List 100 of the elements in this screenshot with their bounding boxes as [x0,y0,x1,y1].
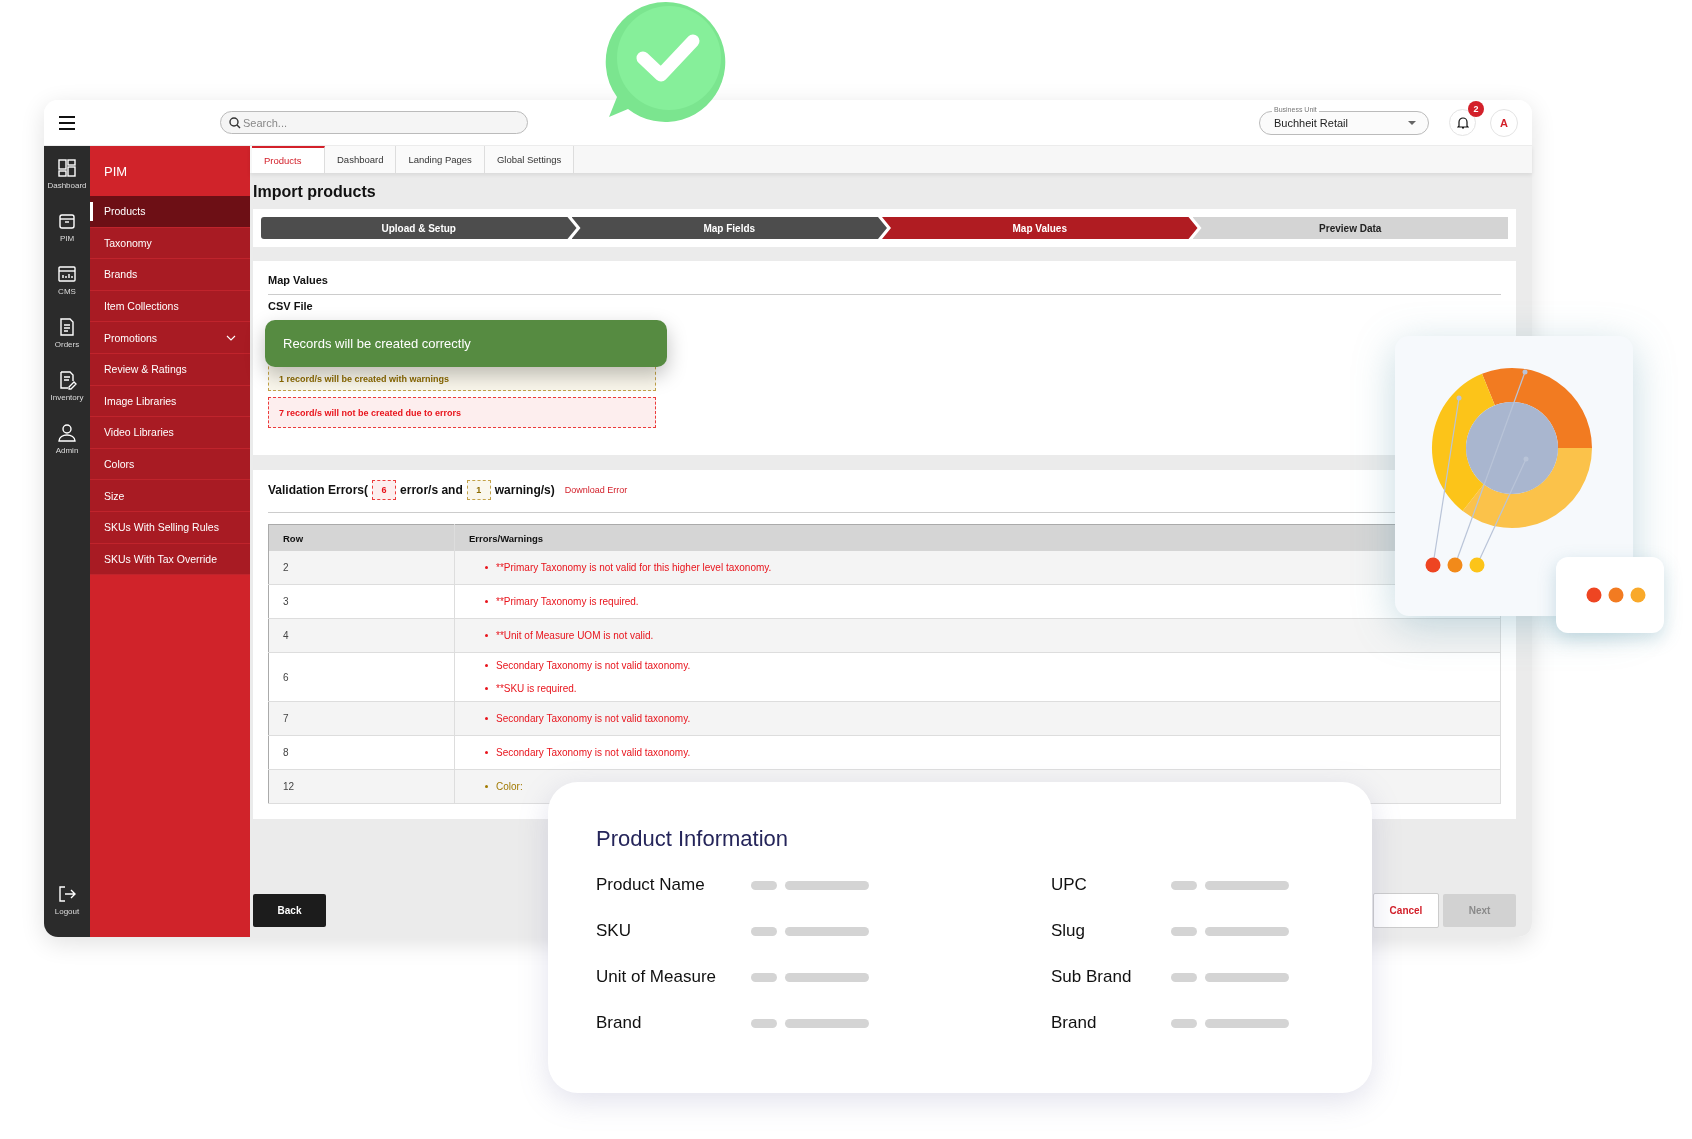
menu-icon [58,114,76,131]
placeholder-lines-icon [751,1018,869,1028]
bullet-icon [485,600,488,603]
error-message: **Unit of Measure UOM is not valid. [496,630,654,641]
placeholder-lines-icon [751,972,869,982]
table-cell: 3 [268,584,455,619]
error-notice: 7 record/s will not be created due to errors [268,397,656,428]
warning-count: 1 [466,480,491,500]
box-icon [57,211,77,231]
table-cell: 6 [268,652,455,702]
dashboard-icon [57,158,77,178]
step[interactable]: Map Fields [571,217,887,239]
step[interactable]: Preview Data [1192,217,1508,239]
success-toast: Records will be created correctly [265,320,667,367]
person-icon [57,423,77,443]
table-cell: 8 [268,735,455,770]
error-message: **SKU is required. [496,683,577,694]
page-title: Import products [253,183,377,201]
document-icon [57,317,77,337]
side-menu-item[interactable]: SKUs With Tax Override [90,543,250,576]
field-label: Brand [596,1013,643,1033]
table-cell: 12 [268,769,455,804]
nav-rail-item[interactable]: PIM [44,211,90,243]
caret-icon [1408,120,1416,125]
table-cell: 2 [268,551,455,585]
placeholder-lines-icon [751,880,869,890]
three-dots-icon [1586,587,1646,603]
error-message: **Primary Taxonomy is required. [496,596,639,607]
side-menu-item[interactable]: Brands [90,259,250,291]
chevron-down-icon [226,334,236,341]
step[interactable]: Upload & Setup [261,217,577,239]
cancel-button[interactable]: Cancel [1373,893,1439,928]
search-field[interactable]: Search... [220,111,528,134]
side-menu-item[interactable]: Promotions [90,322,250,354]
placeholder-lines-icon [1171,880,1289,890]
download-error-link[interactable]: Download Error [564,485,628,495]
chart-icon [57,264,77,284]
legend-dot [1425,557,1441,573]
error-count: 6 [372,480,397,500]
search-icon [229,117,241,129]
nav-rail-item[interactable]: Orders [44,317,90,349]
field-label: UPC [1051,875,1088,895]
bullet-icon [485,785,488,788]
bullet-icon [485,634,488,637]
nav-rail-item[interactable]: Dashboard [44,158,90,190]
side-menu-item[interactable]: Image Libraries [90,385,250,418]
section-title: CSV File [268,299,314,314]
card-title: Product Information [596,826,789,852]
placeholder-lines-icon [1171,972,1289,982]
side-menu-item[interactable]: Products [90,196,250,228]
tab[interactable]: Global Settings [484,146,575,173]
table-cell: 4 [268,618,455,653]
back-button[interactable]: Back [253,894,326,927]
placeholder-lines-icon [1171,1018,1289,1028]
side-menu-item[interactable]: SKUs With Selling Rules [90,511,250,544]
side-menu-item[interactable]: Video Libraries [90,417,250,449]
nav-rail-item[interactable]: CMS [44,264,90,296]
column-header: Row [268,524,455,551]
nav-rail-item[interactable]: Inventory [44,370,90,402]
field-label: Brand [1051,1013,1098,1033]
legend-dot [1447,557,1463,573]
nav-rail-item[interactable]: Admin [44,423,90,455]
error-message: Secondary Taxonomy is not valid taxonomy. [496,660,691,671]
error-message: Secondary Taxonomy is not valid taxonomy. [496,747,691,758]
field-label: Product Name [596,875,706,895]
table-cell: 7 [268,701,455,736]
tab[interactable]: Landing Pages [396,146,485,173]
side-menu-item[interactable]: Item Collections [90,290,250,323]
side-menu-item[interactable]: Size [90,480,250,512]
section-title: Map Values [268,269,1501,295]
bullet-icon [485,717,488,720]
document-edit-icon [57,370,77,390]
step[interactable]: Map Values [882,217,1198,239]
dropdown-value: Buchheit Retail [1274,116,1348,129]
field-label: Sub Brand [1051,967,1133,987]
error-message: **Primary Taxonomy is not valid for this higher level taxonomy. [496,562,772,573]
warning-message: Color: [496,781,523,792]
nav-rail-item[interactable]: Logout [44,884,90,916]
side-menu-item[interactable]: Review & Ratings [90,353,250,386]
validation-title: error/s and [400,483,463,497]
placeholder-lines-icon [1171,926,1289,936]
field-label: Slug [1051,921,1087,941]
tab[interactable]: Dashboard [325,146,397,173]
logout-icon [57,884,77,904]
error-message: Secondary Taxonomy is not valid taxonomy. [496,713,691,724]
bullet-icon [485,566,488,569]
bullet-icon [485,751,488,754]
menu-heading: PIM [103,162,129,181]
validation-title: warning/s) [494,483,555,497]
tab[interactable]: Products [252,146,325,173]
side-menu-item[interactable]: Colors [90,448,250,481]
bell-icon [1456,116,1469,129]
field-label: SKU [596,921,632,941]
side-menu-item[interactable]: Taxonomy [90,227,250,260]
field-label: Unit of Measure [596,967,717,987]
legend-dot [1469,557,1485,573]
validation-title: Validation Errors( [268,483,369,497]
placeholder-lines-icon [751,926,869,936]
bullet-icon [485,664,488,667]
bullet-icon [485,687,488,690]
